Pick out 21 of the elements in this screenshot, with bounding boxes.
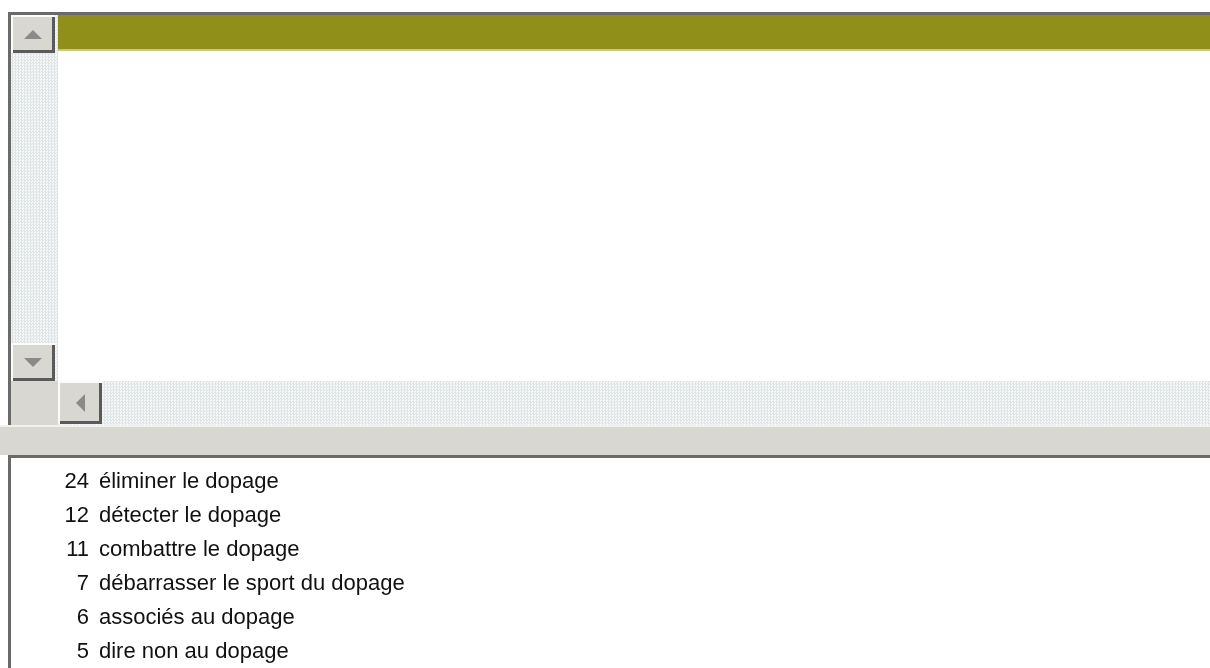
result-count: 12 bbox=[63, 502, 89, 528]
up-arrow-icon bbox=[24, 29, 42, 39]
result-phrase: dire non au dopage bbox=[99, 638, 289, 664]
result-phrase: débarrasser le sport du dopage bbox=[99, 570, 405, 596]
left-arrow-icon bbox=[75, 393, 85, 412]
result-count: 7 bbox=[75, 570, 89, 596]
scroll-left-button[interactable] bbox=[58, 381, 102, 424]
result-count: 11 bbox=[65, 536, 89, 562]
result-count: 24 bbox=[63, 468, 89, 494]
result-count: 5 bbox=[75, 638, 89, 664]
result-phrase: détecter le dopage bbox=[99, 502, 282, 528]
result-phrase: combattre le dopage bbox=[99, 536, 300, 562]
scrollbar-corner bbox=[11, 381, 58, 428]
result-phrase: associés au dopage bbox=[99, 604, 295, 630]
scroll-down-button[interactable] bbox=[11, 343, 55, 381]
scroll-up-button[interactable] bbox=[11, 15, 55, 53]
result-count: 6 bbox=[75, 604, 89, 630]
down-arrow-icon bbox=[24, 357, 42, 367]
result-phrase: éliminer le dopage bbox=[99, 468, 279, 494]
horizontal-scrollbar[interactable] bbox=[58, 381, 1210, 428]
vertical-scrollbar[interactable] bbox=[11, 15, 58, 381]
